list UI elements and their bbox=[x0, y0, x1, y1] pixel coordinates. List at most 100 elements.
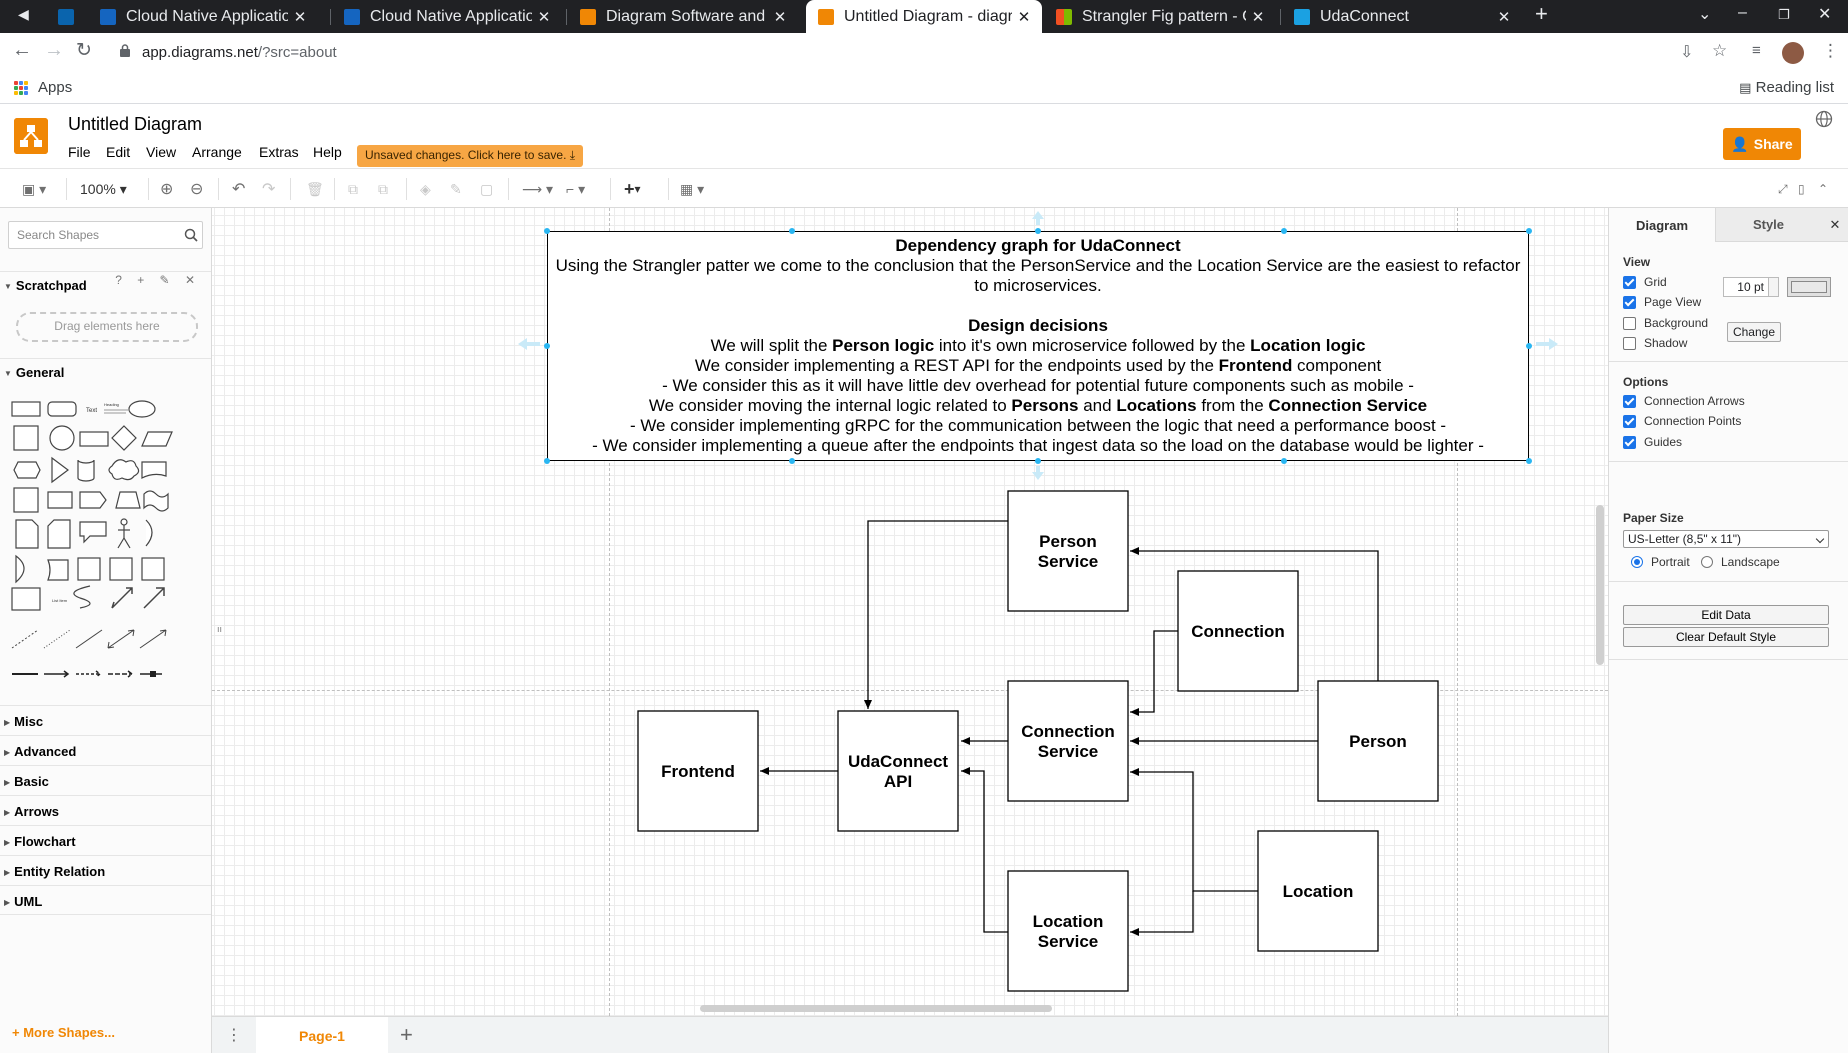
scratchpad-actions-icon[interactable]: ? + ✎ ✕ bbox=[115, 273, 201, 287]
tab-close-icon[interactable]: ✕ bbox=[1012, 8, 1036, 26]
page-view-checkbox[interactable] bbox=[1623, 295, 1636, 309]
section-advanced[interactable]: ▶ Advanced bbox=[0, 735, 211, 765]
media-icon[interactable]: ≡ bbox=[1752, 42, 1761, 59]
profile-avatar[interactable] bbox=[1782, 42, 1804, 64]
zoom-in-icon[interactable]: ⊕ bbox=[160, 178, 173, 200]
edit-data-button[interactable]: Edit Data bbox=[1623, 605, 1829, 625]
tab-list-chevron-icon[interactable]: ⌄ bbox=[1698, 4, 1711, 24]
insert-plus-icon[interactable]: + ▾ bbox=[624, 178, 641, 200]
fill-color-icon[interactable]: ◈ bbox=[420, 178, 431, 200]
background-option[interactable]: Background bbox=[1623, 316, 1708, 330]
tab-diagram-software[interactable]: Diagram Software and Flo ✕ bbox=[568, 0, 798, 33]
page-view-option[interactable]: Page View bbox=[1623, 295, 1701, 309]
general-section-header[interactable]: ▼ General bbox=[0, 358, 211, 384]
connection-arrows-option[interactable]: Connection Arrows bbox=[1623, 394, 1745, 408]
hover-arrow-right-icon[interactable] bbox=[1535, 337, 1559, 351]
section-entity-relation[interactable]: ▶ Entity Relation bbox=[0, 855, 211, 885]
section-misc[interactable]: ▶ Misc bbox=[0, 705, 211, 735]
horizontal-scrollbar[interactable] bbox=[700, 1005, 1052, 1012]
zoom-out-icon[interactable]: ⊖ bbox=[190, 178, 203, 200]
tab-close-icon[interactable]: ✕ bbox=[288, 8, 312, 26]
menu-edit[interactable]: Edit bbox=[106, 144, 130, 160]
menu-extras[interactable]: Extras bbox=[259, 144, 299, 160]
bookmark-star-icon[interactable]: ☆ bbox=[1712, 41, 1727, 61]
hover-arrow-left-icon[interactable] bbox=[517, 337, 541, 351]
to-front-icon[interactable]: ⧉ bbox=[348, 178, 358, 200]
tab-cloud-native-1[interactable]: Cloud Native Application ✕ bbox=[88, 0, 318, 33]
search-icon[interactable] bbox=[184, 228, 198, 242]
to-back-icon[interactable]: ⧉ bbox=[378, 178, 388, 200]
resize-handle[interactable] bbox=[1526, 228, 1532, 234]
resize-handle[interactable] bbox=[789, 228, 795, 234]
resize-handle[interactable] bbox=[544, 343, 550, 349]
menu-help[interactable]: Help bbox=[313, 144, 342, 160]
general-shapes-palette[interactable]: Text Heading List Item bbox=[8, 396, 204, 626]
resize-handle[interactable] bbox=[544, 458, 550, 464]
grid-color-swatch[interactable] bbox=[1787, 277, 1831, 297]
tab-close-icon[interactable]: ✕ bbox=[1246, 8, 1270, 26]
back-icon[interactable]: ← bbox=[12, 39, 32, 62]
reading-list-button[interactable]: ▤ Reading list bbox=[1739, 79, 1834, 96]
resize-handle[interactable] bbox=[1035, 458, 1041, 464]
general-lines-palette[interactable] bbox=[8, 626, 204, 682]
resize-handle[interactable] bbox=[789, 458, 795, 464]
delete-icon[interactable]: 🗑 bbox=[306, 178, 324, 200]
waypoints-icon[interactable]: ⌐ ▾ bbox=[566, 178, 585, 200]
selected-text-box[interactable]: Dependency graph for UdaConnect Using th… bbox=[547, 231, 1529, 461]
clear-default-style-button[interactable]: Clear Default Style bbox=[1623, 627, 1829, 647]
redo-icon[interactable]: ↷ bbox=[262, 178, 275, 200]
resize-handle[interactable] bbox=[1526, 343, 1532, 349]
unsaved-changes-button[interactable]: Unsaved changes. Click here to save. ⤓ bbox=[357, 145, 584, 167]
tab-close-icon[interactable]: ✕ bbox=[768, 8, 792, 26]
guides-checkbox[interactable] bbox=[1623, 435, 1636, 449]
resize-handle[interactable] bbox=[1526, 458, 1532, 464]
tab-strangler-fig[interactable]: Strangler Fig pattern - Clo ✕ bbox=[1044, 0, 1276, 33]
shadow-icon[interactable]: ▢ bbox=[480, 178, 493, 200]
landscape-option[interactable]: Landscape bbox=[1701, 555, 1780, 569]
zoom-select[interactable]: 100% ▾ bbox=[80, 178, 127, 200]
connection-style-icon[interactable]: ⟶ ▾ bbox=[522, 178, 553, 200]
section-arrows[interactable]: ▶ Arrows bbox=[0, 795, 211, 825]
connection-points-option[interactable]: Connection Points bbox=[1623, 414, 1741, 428]
format-panel-toggle-icon[interactable]: ▣ ▾ bbox=[22, 178, 46, 200]
landscape-radio[interactable] bbox=[1701, 556, 1713, 568]
resize-handle[interactable] bbox=[1035, 228, 1041, 234]
collapse-icon[interactable]: ⌃ bbox=[1818, 178, 1828, 200]
reload-icon[interactable]: ↻ bbox=[76, 39, 92, 62]
portrait-radio[interactable] bbox=[1631, 556, 1643, 568]
menu-arrange[interactable]: Arrange bbox=[192, 144, 242, 160]
window-close-icon[interactable]: ✕ bbox=[1818, 4, 1831, 24]
apps-bookmark[interactable]: Apps bbox=[38, 79, 72, 96]
menu-view[interactable]: View bbox=[146, 144, 176, 160]
guides-option[interactable]: Guides bbox=[1623, 435, 1682, 449]
section-flowchart[interactable]: ▶ Flowchart bbox=[0, 825, 211, 855]
tab-udaconnect[interactable]: UdaConnect ✕ bbox=[1282, 0, 1522, 33]
paper-size-select[interactable]: US-Letter (8,5" x 11") bbox=[1623, 530, 1829, 548]
search-shapes-input[interactable]: Search Shapes bbox=[8, 221, 203, 249]
undo-icon[interactable]: ↶ bbox=[232, 178, 245, 200]
menu-file[interactable]: File bbox=[68, 144, 91, 160]
section-uml[interactable]: ▶ UML bbox=[0, 885, 211, 915]
grid-size-input[interactable]: 10 pt bbox=[1723, 277, 1769, 297]
connection-points-checkbox[interactable] bbox=[1623, 414, 1636, 428]
scratchpad-header[interactable]: ▼ Scratchpad ? + ✎ ✕ bbox=[0, 271, 211, 297]
tab-search-icon[interactable]: ◀ bbox=[18, 6, 29, 23]
shadow-checkbox[interactable] bbox=[1623, 336, 1636, 350]
line-color-icon[interactable]: ✎ bbox=[450, 178, 462, 200]
language-globe-icon[interactable] bbox=[1815, 110, 1833, 128]
background-checkbox[interactable] bbox=[1623, 316, 1636, 330]
table-icon[interactable]: ▦ ▾ bbox=[680, 178, 704, 200]
fullscreen-icon[interactable]: ⤢ bbox=[1778, 178, 1788, 200]
address-bar[interactable]: app.diagrams.net/?src=about bbox=[142, 44, 337, 61]
tab-untitled-diagram[interactable]: Untitled Diagram - diagra ✕ bbox=[806, 0, 1042, 33]
apps-grid-icon[interactable] bbox=[14, 81, 28, 95]
page-tab-1[interactable]: Page-1 bbox=[256, 1017, 388, 1053]
portrait-option[interactable]: Portrait bbox=[1631, 555, 1690, 569]
more-shapes-button[interactable]: + More Shapes... bbox=[12, 1025, 115, 1040]
close-panel-icon[interactable]: ✕ bbox=[1821, 208, 1848, 242]
pages-menu-icon[interactable]: ⋮ bbox=[226, 1025, 242, 1045]
section-basic[interactable]: ▶ Basic bbox=[0, 765, 211, 795]
format-toggle-icon[interactable]: ▯ bbox=[1798, 178, 1805, 200]
tab-close-icon[interactable]: ✕ bbox=[1492, 8, 1516, 26]
diagram-title[interactable]: Untitled Diagram bbox=[68, 114, 202, 135]
